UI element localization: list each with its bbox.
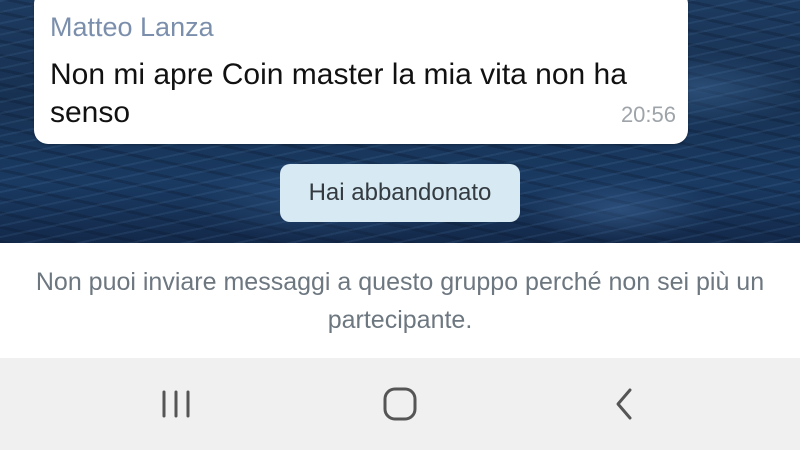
system-navigation-bar: [0, 358, 800, 450]
chat-background: Matteo Lanza Non mi apre Coin master la …: [0, 0, 800, 243]
message-text: Non mi apre Coin master la mia vita non …: [50, 58, 627, 129]
service-message: Hai abbandonato: [280, 164, 520, 222]
back-icon: [616, 388, 632, 420]
notice-text: Non puoi inviare messaggi a questo grupp…: [35, 267, 765, 334]
sender-name[interactable]: Matteo Lanza: [50, 12, 214, 43]
home-icon: [383, 387, 417, 421]
service-message-text: Hai abbandonato: [308, 179, 492, 206]
recent-apps-button[interactable]: [146, 378, 206, 430]
message-timestamp: 20:56: [620, 102, 676, 127]
cannot-send-notice: Non puoi inviare messaggi a questo grupp…: [0, 243, 800, 358]
recent-apps-icon: [162, 390, 190, 418]
back-button[interactable]: [594, 378, 654, 430]
message-bubble[interactable]: Matteo Lanza Non mi apre Coin master la …: [34, 0, 688, 144]
home-button[interactable]: [370, 378, 430, 430]
